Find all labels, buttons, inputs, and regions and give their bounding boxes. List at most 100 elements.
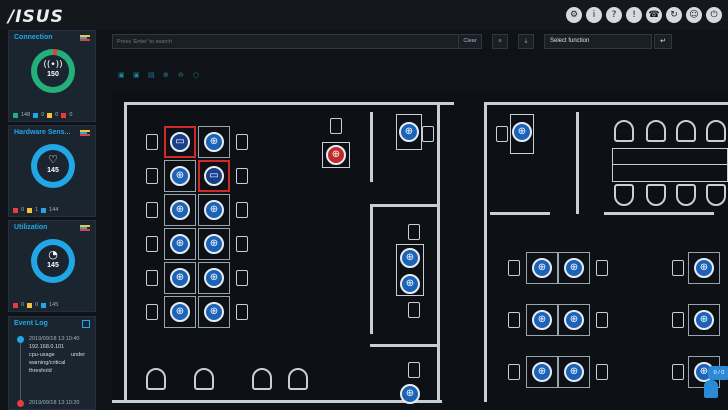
chair	[422, 126, 434, 142]
event-time: 2019/09/18 13:10:40	[29, 336, 80, 342]
server-device-icon[interactable]: ⊕	[564, 362, 584, 382]
monitor-device-icon[interactable]: ▭	[204, 166, 224, 186]
header-bar: /ISUS ⚙ i ? ! ☎ ↻ ☺ ⏻	[0, 0, 728, 30]
hardware-count: 145	[47, 167, 59, 174]
fit-icon[interactable]: ○	[193, 72, 200, 79]
event-dot-info	[17, 336, 24, 343]
chair	[252, 368, 272, 390]
server-device-icon[interactable]: ⊕	[170, 302, 190, 322]
info-icon[interactable]: i	[586, 7, 602, 23]
server-device-icon[interactable]: ⊕	[400, 274, 420, 294]
heart-icon: ♡	[48, 153, 58, 166]
utilization-panel: Utilization ◔ 145 0 0 145	[8, 220, 96, 312]
hardware-legend: 0 1 144	[13, 207, 58, 213]
table-divider	[612, 164, 728, 165]
server-device-icon[interactable]: ⊕	[564, 310, 584, 330]
person-icon[interactable]	[704, 380, 718, 398]
chair	[146, 270, 158, 286]
panel-menu-icon[interactable]	[80, 225, 90, 231]
expand-icon[interactable]	[82, 320, 90, 328]
clear-button[interactable]: Clear	[458, 34, 482, 49]
chair	[596, 312, 608, 328]
event-time: 2019/09/18 13:10:20	[29, 400, 80, 406]
chair	[596, 364, 608, 380]
server-device-icon[interactable]: ⊕	[400, 248, 420, 268]
map-tools: ▣ ▣ ▤ ⊕ ⊖ ○	[118, 72, 200, 79]
search-input[interactable]	[112, 34, 482, 49]
function-select[interactable]: Select function	[544, 34, 652, 49]
chair	[330, 118, 342, 134]
event-text: cpu-usage	[29, 352, 55, 358]
chair	[146, 368, 166, 390]
wall	[112, 400, 442, 403]
server-device-icon[interactable]: ⊕	[399, 122, 419, 142]
zoom-out-icon[interactable]: ⊖	[178, 72, 185, 79]
event-text: warning/critical	[29, 360, 66, 366]
chair	[288, 368, 308, 390]
download-icon[interactable]: ⤓	[518, 34, 534, 49]
server-device-icon[interactable]: ⊕	[204, 302, 224, 322]
submit-icon[interactable]: ↵	[654, 34, 672, 49]
chair	[596, 260, 608, 276]
utilization-ring: ◔ 145	[31, 239, 75, 283]
app-window: /ISUS ⚙ i ? ! ☎ ↻ ☺ ⏻ Connection ((•)) 1…	[0, 0, 728, 410]
hardware-title: Hardware Sens...	[14, 129, 71, 136]
server-device-icon[interactable]: ⊕	[170, 234, 190, 254]
count-badge[interactable]: 0 / 0	[708, 366, 728, 380]
panel-menu-icon[interactable]	[80, 35, 90, 41]
alarm-device-icon[interactable]: ⊕	[326, 145, 346, 165]
support-icon[interactable]: ☎	[646, 7, 662, 23]
chair	[508, 364, 520, 380]
paste-icon[interactable]: ▣	[133, 72, 140, 79]
user-icon[interactable]: ☺	[686, 7, 702, 23]
settings-icon[interactable]: ⚙	[566, 7, 582, 23]
connection-ring: ((•)) 150	[31, 49, 75, 93]
server-device-icon[interactable]: ⊕	[170, 200, 190, 220]
zoom-in-icon[interactable]: ⊕	[163, 72, 170, 79]
server-device-icon[interactable]: ⊕	[204, 132, 224, 152]
event-log-panel: Event Log 2019/09/18 13:10:40 192.168.0.…	[8, 316, 96, 410]
server-device-icon[interactable]: ⊕	[564, 258, 584, 278]
chair	[146, 202, 158, 218]
header-toolbar: ⚙ i ? ! ☎ ↻ ☺ ⏻	[566, 7, 722, 23]
wall	[437, 102, 440, 402]
help-icon[interactable]: ?	[606, 7, 622, 23]
chair	[614, 184, 634, 206]
table	[612, 148, 728, 182]
file-icon[interactable]: ▤	[148, 72, 155, 79]
connection-count: 150	[47, 71, 59, 78]
refresh-icon[interactable]: ↻	[666, 7, 682, 23]
monitor-device-icon[interactable]: ▭	[170, 132, 190, 152]
server-device-icon[interactable]: ⊕	[170, 166, 190, 186]
server-device-icon[interactable]: ⊕	[512, 122, 532, 142]
chair	[408, 302, 420, 318]
wall	[370, 112, 373, 182]
server-device-icon[interactable]: ⊕	[532, 362, 552, 382]
server-device-icon[interactable]: ⊕	[204, 234, 224, 254]
utilization-count: 145	[47, 262, 59, 269]
utilization-legend: 0 0 145	[13, 302, 58, 308]
chair	[508, 260, 520, 276]
timeline-line	[20, 339, 21, 405]
logout-icon[interactable]: ⏻	[706, 7, 722, 23]
chair	[236, 270, 248, 286]
alarm-icon[interactable]: !	[626, 7, 642, 23]
event-text: under	[71, 352, 86, 358]
server-device-icon[interactable]: ⊕	[694, 258, 714, 278]
event-log-title: Event Log	[14, 320, 48, 327]
server-device-icon[interactable]: ⊕	[532, 310, 552, 330]
server-device-icon[interactable]: ⊕	[204, 268, 224, 288]
chair	[236, 134, 248, 150]
sidebar: Connection ((•)) 150 148 0 0 0 Hardware …	[8, 30, 96, 410]
panel-menu-icon[interactable]	[80, 130, 90, 136]
list-view-icon[interactable]: ≡	[492, 34, 508, 49]
wall	[604, 212, 714, 215]
copy-icon[interactable]: ▣	[118, 72, 125, 79]
server-device-icon[interactable]: ⊕	[694, 310, 714, 330]
server-device-icon[interactable]: ⊕	[170, 268, 190, 288]
server-device-icon[interactable]: ⊕	[400, 384, 420, 404]
server-device-icon[interactable]: ⊕	[204, 200, 224, 220]
server-device-icon[interactable]: ⊕	[532, 258, 552, 278]
chair	[408, 224, 420, 240]
chair	[194, 368, 214, 390]
